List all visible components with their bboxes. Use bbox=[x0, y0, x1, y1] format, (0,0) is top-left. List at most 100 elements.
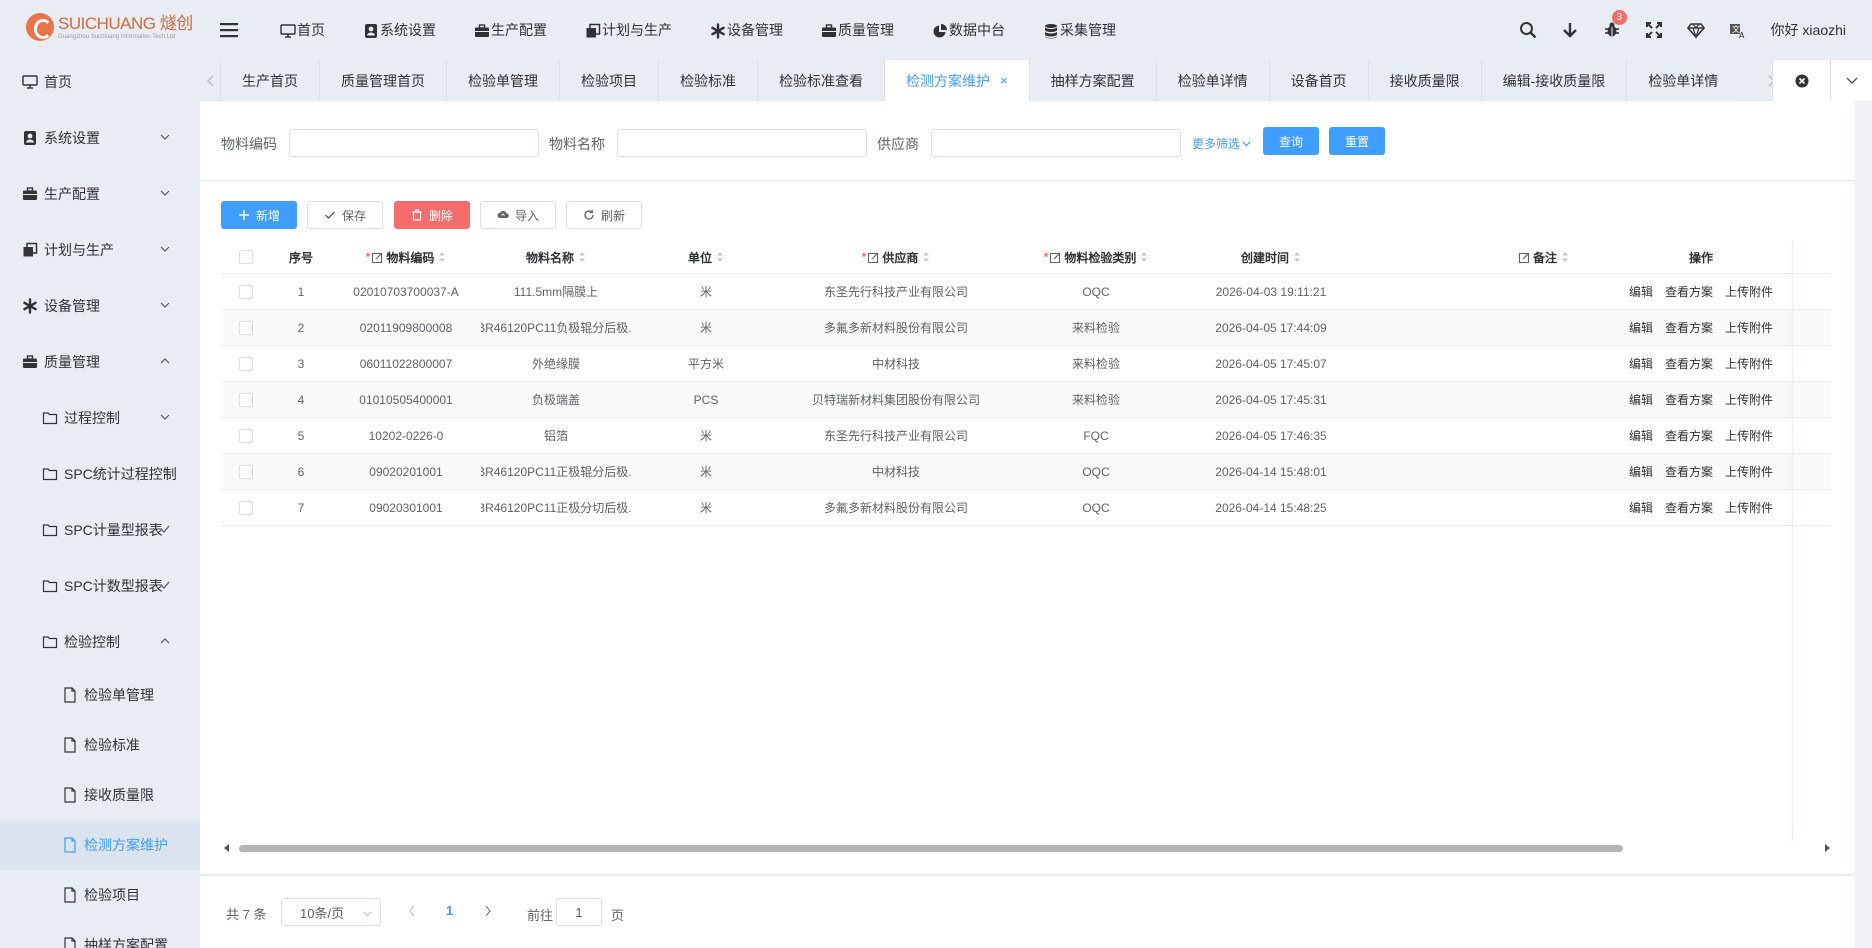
cell-code[interactable]: 10202-0226-0 bbox=[331, 418, 481, 453]
cell-remark[interactable] bbox=[1361, 490, 1581, 525]
horizontal-scrollbar[interactable] bbox=[221, 842, 1833, 854]
view-plan-link[interactable]: 查看方案 bbox=[1665, 427, 1713, 444]
cell-supplier[interactable]: 东圣先行科技产业有限公司 bbox=[781, 418, 1011, 453]
tab-11[interactable]: 编辑-接收质量限 bbox=[1480, 60, 1627, 101]
table-row[interactable]: 3 06011022800007 外绝缘膜 平方米 中材科技 来料检验 2026-04-05… bbox=[221, 346, 1831, 382]
edit-link[interactable]: 编辑 bbox=[1629, 355, 1653, 372]
sidebar-item-home[interactable]: 首页 bbox=[0, 54, 200, 110]
topnav-planning-production[interactable]: 计划与生产 bbox=[585, 20, 672, 40]
view-plan-link[interactable]: 查看方案 bbox=[1665, 283, 1713, 300]
header-type[interactable]: * 物料检验类别 bbox=[1011, 241, 1181, 273]
sidebar-item-equipment[interactable]: 设备管理 bbox=[0, 278, 200, 334]
upload-attachment-link[interactable]: 上传附件 bbox=[1725, 391, 1773, 408]
cell-type[interactable]: OQC bbox=[1011, 274, 1181, 309]
page-number-current[interactable]: 1 bbox=[446, 903, 453, 918]
header-name[interactable]: 物料名称 bbox=[481, 241, 631, 273]
edit-link[interactable]: 编辑 bbox=[1629, 391, 1653, 408]
sidebar-item-inspection-control[interactable]: 检验控制 bbox=[0, 614, 200, 670]
topnav-system-settings[interactable]: 系统设置 bbox=[363, 20, 436, 40]
sidebar-item-system-settings[interactable]: 系统设置 bbox=[0, 110, 200, 166]
row-checkbox[interactable] bbox=[239, 500, 253, 515]
tab-scroll-left-button[interactable] bbox=[200, 60, 220, 101]
bug-notification-button[interactable]: 3 bbox=[1603, 10, 1628, 39]
sidebar-item-sampling-config[interactable]: 抽样方案配置 bbox=[0, 920, 200, 948]
sidebar-item-inspection-standards[interactable]: 检验标准 bbox=[0, 720, 200, 770]
edit-link[interactable]: 编辑 bbox=[1629, 283, 1653, 300]
cell-remark[interactable] bbox=[1361, 310, 1581, 345]
cell-remark[interactable] bbox=[1361, 382, 1581, 417]
view-plan-link[interactable]: 查看方案 bbox=[1665, 463, 1713, 480]
tab-3[interactable]: 检验项目 bbox=[559, 60, 658, 101]
cell-type[interactable]: 来料检验 bbox=[1011, 310, 1181, 345]
hamburger-icon[interactable] bbox=[220, 22, 238, 38]
sidebar-item-aql[interactable]: 接收质量限 bbox=[0, 770, 200, 820]
header-supplier[interactable]: * 供应商 bbox=[781, 241, 1011, 273]
view-plan-link[interactable]: 查看方案 bbox=[1665, 391, 1713, 408]
sidebar-item-spc-metering-report[interactable]: SPC计量型报表 bbox=[0, 502, 200, 558]
close-all-tabs-button[interactable] bbox=[1772, 60, 1830, 101]
sidebar-item-production-config[interactable]: 生产配置 bbox=[0, 166, 200, 222]
sidebar-item-quality[interactable]: 质量管理 bbox=[0, 334, 200, 390]
cell-type[interactable]: 来料检验 bbox=[1011, 382, 1181, 417]
cell-code[interactable]: 02011909800008 bbox=[331, 310, 481, 345]
cell-remark[interactable] bbox=[1361, 346, 1581, 381]
tab-0[interactable]: 生产首页 bbox=[220, 60, 319, 101]
delete-button[interactable]: 删除 bbox=[394, 201, 470, 229]
cell-supplier[interactable]: 中材科技 bbox=[781, 454, 1011, 489]
edit-link[interactable]: 编辑 bbox=[1629, 427, 1653, 444]
edit-link[interactable]: 编辑 bbox=[1629, 319, 1653, 336]
sidebar-item-plan-maintenance[interactable]: 检测方案维护 bbox=[0, 820, 200, 870]
sidebar-item-spc[interactable]: SPC统计过程控制 bbox=[0, 446, 200, 502]
row-checkbox[interactable] bbox=[239, 428, 253, 443]
logo[interactable]: SUICHUANG 燧创 Guangzhou Suichuang Informa… bbox=[0, 0, 200, 54]
supplier-input[interactable] bbox=[931, 129, 1181, 157]
table-row[interactable]: 1 02010703700037-A 111.5mm隔膜上 米 东圣先行科技产业有限公司… bbox=[221, 274, 1831, 310]
topnav-production-config[interactable]: 生产配置 bbox=[474, 20, 547, 40]
diamond-icon[interactable] bbox=[1686, 21, 1705, 39]
search-icon[interactable] bbox=[1519, 21, 1537, 39]
cell-code[interactable]: 06011022800007 bbox=[331, 346, 481, 381]
upload-attachment-link[interactable]: 上传附件 bbox=[1725, 463, 1773, 480]
fullscreen-icon[interactable] bbox=[1645, 21, 1663, 39]
query-button[interactable]: 查询 bbox=[1263, 127, 1319, 155]
scrollbar-thumb[interactable] bbox=[239, 845, 1623, 852]
header-code[interactable]: * 物料编码 bbox=[331, 241, 481, 273]
tab-5[interactable]: 检验标准查看 bbox=[757, 60, 884, 101]
row-checkbox[interactable] bbox=[239, 320, 253, 335]
sidebar-item-inspection-orders[interactable]: 检验单管理 bbox=[0, 670, 200, 720]
view-plan-link[interactable]: 查看方案 bbox=[1665, 319, 1713, 336]
sidebar-item-spc-counting-report[interactable]: SPC计数型报表 bbox=[0, 558, 200, 614]
scroll-left-icon[interactable] bbox=[223, 844, 231, 852]
save-button[interactable]: 保存 bbox=[307, 201, 383, 229]
refresh-button[interactable]: 刷新 bbox=[566, 201, 642, 229]
upload-attachment-link[interactable]: 上传附件 bbox=[1725, 283, 1773, 300]
table-row[interactable]: 5 10202-0226-0 铝箔 米 东圣先行科技产业有限公司 FQC 2026-04-0… bbox=[221, 418, 1831, 454]
topnav-equipment[interactable]: 设备管理 bbox=[710, 20, 783, 40]
table-row[interactable]: 6 09020201001 IBR46120PC11正极辊分后极... 米 中材科技 OQ… bbox=[221, 454, 1831, 490]
tab-8[interactable]: 检验单详情 bbox=[1155, 60, 1269, 101]
reset-button[interactable]: 重置 bbox=[1329, 127, 1385, 155]
edit-link[interactable]: 编辑 bbox=[1629, 463, 1653, 480]
page-size-select[interactable]: 10条/页 bbox=[281, 898, 381, 926]
cell-code[interactable]: 01010505400001 bbox=[331, 382, 481, 417]
row-checkbox[interactable] bbox=[239, 464, 253, 479]
tab-4[interactable]: 检验标准 bbox=[658, 60, 757, 101]
view-plan-link[interactable]: 查看方案 bbox=[1665, 355, 1713, 372]
more-filter-link[interactable]: 更多筛选 bbox=[1192, 135, 1251, 152]
goto-page-input[interactable]: 1 bbox=[556, 898, 602, 926]
cell-remark[interactable] bbox=[1361, 274, 1581, 309]
cell-supplier[interactable]: 中材科技 bbox=[781, 346, 1011, 381]
tab-9[interactable]: 设备首页 bbox=[1268, 60, 1368, 101]
download-icon[interactable] bbox=[1561, 21, 1579, 39]
select-all-checkbox[interactable] bbox=[239, 250, 253, 264]
cell-supplier[interactable]: 贝特瑞新材料集团股份有限公司 bbox=[781, 382, 1011, 417]
cell-type[interactable]: OQC bbox=[1011, 454, 1181, 489]
row-checkbox[interactable] bbox=[239, 284, 253, 299]
material-code-input[interactable] bbox=[289, 129, 539, 157]
tab-2[interactable]: 检验单管理 bbox=[446, 60, 559, 101]
scroll-right-icon[interactable] bbox=[1823, 844, 1831, 852]
tab-6[interactable]: 检测方案维护 × bbox=[884, 60, 1029, 101]
topnav-collection[interactable]: 采集管理 bbox=[1043, 20, 1116, 40]
material-name-input[interactable] bbox=[617, 129, 867, 157]
add-button[interactable]: 新增 bbox=[221, 201, 297, 229]
